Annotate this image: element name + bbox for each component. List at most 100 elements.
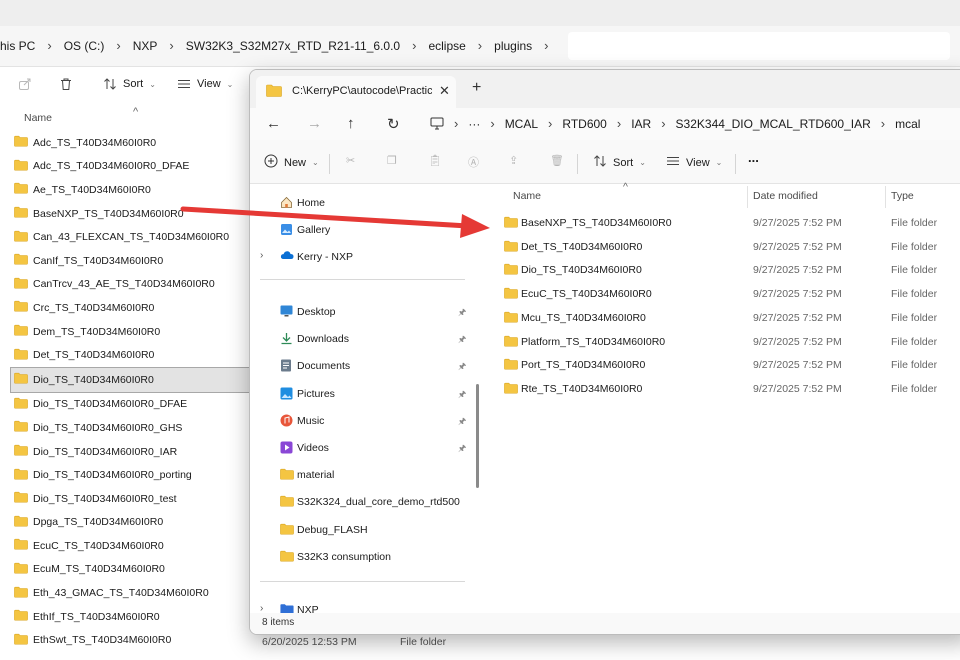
pin-icon[interactable]: 🖈︎ bbox=[458, 441, 466, 457]
back-file-row[interactable]: Dio_TS_T40D34M60I0R0_GHS bbox=[0, 416, 250, 440]
file-row[interactable]: Rte_TS_T40D34M60I0R0 9/27/2025 7:52 PM Fil… bbox=[485, 377, 960, 401]
ellipsis-icon[interactable]: ··· bbox=[468, 117, 480, 131]
file-row[interactable]: Mcu_TS_T40D34M60I0R0 9/27/2025 7:52 PM Fil… bbox=[485, 306, 960, 330]
forward-arrow-icon[interactable]: → bbox=[307, 115, 322, 132]
back-file-row[interactable]: Can_43_FLEXCAN_TS_T40D34M60I0R0 bbox=[0, 225, 250, 249]
back-file-row[interactable]: Eth_43_GMAC_TS_T40D34M60I0R0 bbox=[0, 581, 250, 605]
back-column-header[interactable]: Name ^ bbox=[0, 106, 250, 130]
back-file-row-selected[interactable]: Dio_TS_T40D34M60I0R0 bbox=[10, 366, 252, 393]
nav-item-downloads[interactable]: Downloads 🖈︎ bbox=[250, 327, 470, 351]
nav-item-documents[interactable]: Documents 🖈︎ bbox=[250, 354, 470, 378]
pin-icon[interactable]: 🖈︎ bbox=[458, 332, 466, 348]
nav-item-desktop[interactable]: Desktop 🖈︎ bbox=[250, 300, 470, 324]
back-crumb-sw32k3[interactable]: SW32K3_S32M27x_RTD_R21-11_6.0.0 bbox=[186, 39, 400, 53]
nav-item-s32k3-consumption[interactable]: S32K3 consumption bbox=[250, 545, 470, 569]
back-file-row[interactable]: Dio_TS_T40D34M60I0R0_IAR bbox=[0, 440, 250, 464]
back-file-row[interactable]: Crc_TS_T40D34M60I0R0 bbox=[0, 296, 250, 320]
delete-button[interactable]: 🗑︎ bbox=[550, 154, 564, 167]
back-file-row[interactable]: CanTrcv_43_AE_TS_T40D34M60I0R0 bbox=[0, 273, 250, 297]
back-column-name[interactable]: Name bbox=[24, 112, 52, 124]
file-row[interactable]: Det_TS_T40D34M60I0R0 9/27/2025 7:52 PM Fil… bbox=[485, 235, 960, 259]
back-arrow-icon[interactable]: ← bbox=[266, 115, 281, 132]
back-file-row[interactable]: Dio_TS_T40D34M60I0R0_DFAE bbox=[0, 393, 250, 417]
back-address-bar[interactable]: his PC › OS (C:) › NXP › SW32K3_S32M27x_RTD_R2… bbox=[0, 26, 960, 67]
file-row[interactable]: BaseNXP_TS_T40D34M60I0R0 9/27/2025 7:52 P… bbox=[485, 211, 960, 235]
file-row[interactable]: EcuC_TS_T40D34M60I0R0 9/27/2025 7:52 PM Fi… bbox=[485, 282, 960, 306]
pin-icon[interactable]: 🖈︎ bbox=[458, 414, 466, 430]
nav-item-gallery[interactable]: Gallery bbox=[250, 218, 470, 242]
nav-item-label: Music bbox=[297, 414, 325, 427]
file-row[interactable]: Port_TS_T40D34M60I0R0 9/27/2025 7:52 PM Fi… bbox=[485, 353, 960, 377]
back-crumb-this-pc[interactable]: his PC bbox=[0, 39, 35, 53]
up-arrow-icon[interactable]: ↑ bbox=[347, 115, 355, 132]
monitor-icon[interactable] bbox=[430, 117, 444, 133]
back-file-row[interactable]: EthIf_TS_T40D34M60I0R0 bbox=[0, 605, 250, 629]
nav-item-music[interactable]: Music 🖈︎ bbox=[250, 409, 470, 433]
back-crumb-eclipse[interactable]: eclipse bbox=[428, 39, 465, 53]
nav-item-label: Debug_FLASH bbox=[297, 523, 368, 536]
back-file-row[interactable]: EthSwt_TS_T40D34M60I0R0 bbox=[0, 628, 250, 652]
column-divider[interactable] bbox=[747, 186, 748, 208]
nav-item-label: Gallery bbox=[297, 224, 331, 236]
front-crumb-mcal-root[interactable]: MCAL bbox=[505, 117, 538, 131]
nav-item-home[interactable]: Home bbox=[250, 191, 470, 215]
cut-button[interactable]: ✂ bbox=[346, 154, 355, 167]
pin-icon[interactable]: 🖈︎ bbox=[458, 305, 466, 321]
close-tab-icon[interactable]: ✕ bbox=[439, 83, 450, 99]
back-file-row[interactable]: BaseNXP_TS_T40D34M60I0R0 bbox=[0, 202, 250, 226]
back-crumb-plugins[interactable]: plugins bbox=[494, 39, 532, 53]
back-sort-button[interactable]: Sort ⌄ bbox=[103, 77, 156, 91]
column-header-name[interactable]: Name bbox=[513, 190, 541, 202]
file-row[interactable]: Platform_TS_T40D34M60I0R0 9/27/2025 7:52 … bbox=[485, 330, 960, 354]
front-crumb-iar[interactable]: IAR bbox=[631, 117, 651, 131]
back-crumb-nxp[interactable]: NXP bbox=[133, 39, 158, 53]
back-file-row[interactable]: EcuC_TS_T40D34M60I0R0 bbox=[0, 534, 250, 558]
back-file-row[interactable]: EcuM_TS_T40D34M60I0R0 bbox=[0, 558, 250, 582]
back-crumb-os-c[interactable]: OS (C:) bbox=[64, 39, 105, 53]
front-crumb-rtd600[interactable]: RTD600 bbox=[562, 117, 606, 131]
back-file-row[interactable]: Dem_TS_T40D34M60I0R0 bbox=[0, 320, 250, 344]
nav-item-kerry-nxp[interactable]: › Kerry - NXP bbox=[250, 245, 470, 269]
pin-icon[interactable]: 🖈︎ bbox=[458, 359, 466, 375]
back-file-row[interactable]: Adc_TS_T40D34M60I0R0_DFAE bbox=[0, 155, 250, 179]
back-file-row[interactable]: Ae_TS_T40D34M60I0R0 bbox=[0, 178, 250, 202]
share-button[interactable]: ⇪ bbox=[509, 154, 518, 167]
explorer-tab[interactable]: C:\KerryPC\autocode\Practice\ ✕ bbox=[256, 76, 456, 108]
back-address-input[interactable] bbox=[568, 32, 950, 60]
front-sort-button[interactable]: Sort ⌄ bbox=[593, 154, 646, 171]
chevron-right-icon[interactable]: › bbox=[260, 250, 263, 261]
back-file-row[interactable]: Dio_TS_T40D34M60I0R0_test bbox=[0, 487, 250, 511]
refresh-icon[interactable]: ↻ bbox=[387, 115, 400, 133]
front-view-button[interactable]: View ⌄ bbox=[666, 154, 722, 171]
nav-pane-scrollbar[interactable] bbox=[476, 384, 479, 488]
back-file-row[interactable]: CanIf_TS_T40D34M60I0R0 bbox=[0, 249, 250, 273]
share-button[interactable] bbox=[18, 77, 32, 91]
new-tab-plus-icon[interactable]: + bbox=[472, 79, 481, 97]
back-file-row[interactable]: Dio_TS_T40D34M60I0R0_porting bbox=[0, 463, 250, 487]
back-file-row[interactable]: Det_TS_T40D34M60I0R0 bbox=[0, 343, 250, 367]
nav-item-material[interactable]: material bbox=[250, 463, 470, 487]
new-button[interactable]: New ⌄ bbox=[264, 154, 319, 171]
front-breadcrumb[interactable]: › ··· › MCAL › RTD600 › IAR › S32K344_DIO_MCAL_RT… bbox=[430, 116, 920, 133]
paste-button[interactable]: 📋︎ bbox=[428, 154, 442, 167]
rename-button[interactable]: Ⓐ bbox=[468, 154, 479, 170]
pin-icon[interactable]: 🖈︎ bbox=[458, 387, 466, 403]
front-crumb-s32k344[interactable]: S32K344_DIO_MCAL_RTD600_IAR bbox=[676, 117, 871, 131]
front-crumb-mcal[interactable]: mcal bbox=[895, 117, 920, 131]
see-more-button[interactable]: ... bbox=[748, 150, 759, 165]
tab-title: C:\KerryPC\autocode\Practice\ bbox=[292, 85, 432, 97]
nav-item-videos[interactable]: Videos 🖈︎ bbox=[250, 436, 470, 460]
nav-item-s32k324-dual-core-demo-rtd500[interactable]: S32K324_dual_core_demo_rtd500 bbox=[250, 490, 470, 514]
column-header-date[interactable]: Date modified bbox=[753, 190, 818, 202]
file-name: Platform_TS_T40D34M60I0R0 bbox=[521, 335, 666, 348]
back-file-row[interactable]: Dpga_TS_T40D34M60I0R0 bbox=[0, 511, 250, 535]
file-row[interactable]: Dio_TS_T40D34M60I0R0 9/27/2025 7:52 PM Fil… bbox=[485, 258, 960, 282]
delete-button[interactable] bbox=[59, 77, 73, 91]
column-header-type[interactable]: Type bbox=[891, 190, 914, 202]
back-view-button[interactable]: View ⌄ bbox=[177, 77, 233, 91]
nav-item-debug-flash[interactable]: Debug_FLASH bbox=[250, 518, 470, 542]
column-divider[interactable] bbox=[885, 186, 886, 208]
back-file-row[interactable]: Adc_TS_T40D34M60I0R0 bbox=[0, 131, 250, 155]
nav-item-pictures[interactable]: Pictures 🖈︎ bbox=[250, 382, 470, 406]
copy-button[interactable]: ❐ bbox=[387, 154, 397, 167]
